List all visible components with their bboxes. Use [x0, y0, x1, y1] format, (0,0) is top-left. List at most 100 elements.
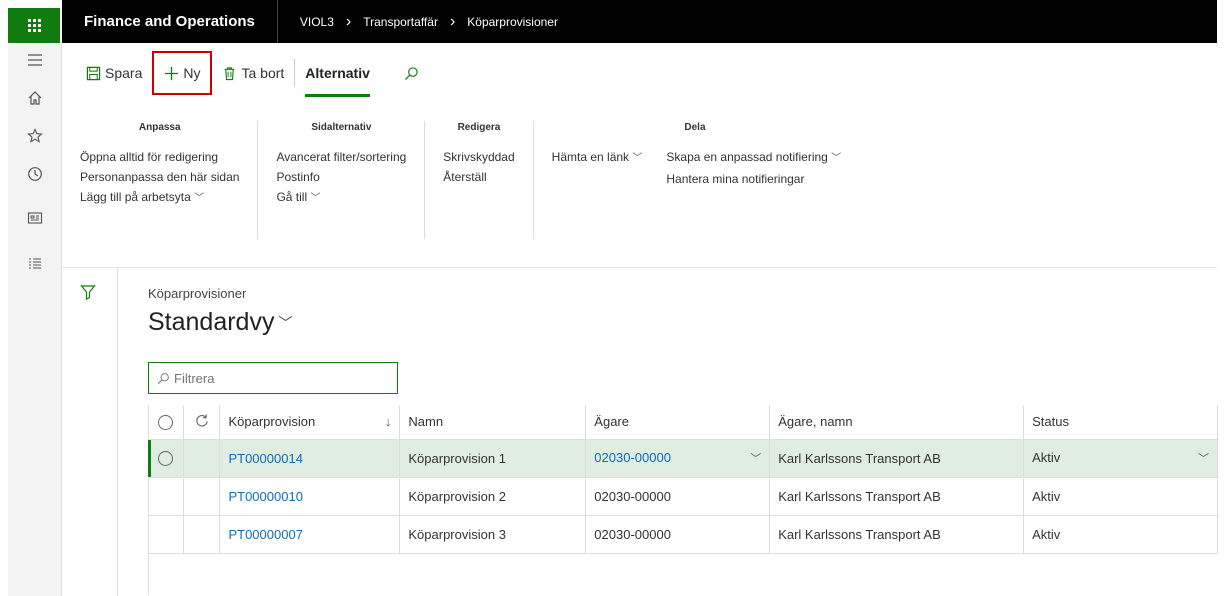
workspaces-icon[interactable] [8, 203, 62, 233]
get-link-label: Hämta en länk [551, 150, 630, 164]
table-row[interactable]: PT00000014 Köparprovision 1 02030-00000 ﹀… [148, 439, 1218, 478]
chevron-down-icon: ﹀ [310, 193, 321, 204]
content-area: Köparprovisioner Standardvy ﹀ Köparprovi… [62, 268, 1218, 596]
commission-id-link[interactable]: PT00000007 [219, 515, 401, 554]
page-title: Standardvy [148, 308, 275, 336]
breadcrumb-module[interactable]: Transportaffär [363, 15, 438, 29]
row-select-cell[interactable] [148, 477, 185, 516]
home-icon[interactable] [8, 83, 62, 113]
create-custom-alert-label: Skapa en anpassad notifiering [666, 150, 828, 164]
column-header-owner[interactable]: Ägare [585, 405, 771, 440]
go-to-item[interactable]: Gå till ﹀ [276, 187, 406, 209]
save-button[interactable]: Spara [80, 57, 148, 89]
plus-icon [165, 66, 179, 80]
ribbon-group-edit: Redigera Skrivskyddad Återställ [425, 121, 534, 239]
breadcrumb-page[interactable]: Köparprovisioner [467, 15, 558, 29]
commission-id-link[interactable]: PT00000010 [219, 477, 401, 516]
ribbon-group-title: Anpassa [138, 122, 181, 133]
hamburger-menu-icon[interactable] [8, 45, 62, 75]
chevron-down-icon: ﹀ [632, 153, 643, 164]
sort-descending-icon[interactable]: ↓ [385, 414, 392, 429]
always-open-for-edit-item[interactable]: Öppna alltid för redigering [80, 147, 239, 167]
row-spacer-cell [183, 439, 221, 478]
tab-options[interactable]: Alternativ [299, 57, 376, 97]
owner-name-cell[interactable]: Karl Karlssons Transport AB [769, 515, 1025, 554]
refresh-header[interactable] [183, 405, 221, 440]
owner-cell[interactable]: 02030-00000 ﹀ [585, 439, 771, 478]
row-spacer-cell [183, 515, 221, 554]
search-button[interactable] [398, 57, 425, 89]
waffle-icon [27, 19, 41, 32]
select-all-checkbox[interactable] [158, 414, 174, 430]
status-cell[interactable]: Aktiv ﹀ [1023, 439, 1218, 478]
chevron-down-icon: ﹀ [194, 193, 205, 204]
status-value: Aktiv [1032, 450, 1061, 465]
save-icon [86, 66, 101, 80]
delete-label: Ta bort [241, 65, 285, 81]
filter-funnel-icon[interactable] [80, 284, 96, 300]
row-spacer-cell [183, 477, 221, 516]
commission-id-link[interactable]: PT00000014 [219, 439, 401, 478]
action-pane: Spara Ny Ta bort Alternativ Anpassa Öppn… [62, 43, 1217, 268]
name-cell[interactable]: Köparprovision 3 [399, 515, 587, 554]
name-cell[interactable]: Köparprovision 1 [399, 439, 587, 478]
chevron-down-icon[interactable]: ﹀ [750, 450, 761, 466]
owner-cell[interactable]: 02030-00000 [585, 477, 771, 516]
view-selector[interactable]: Standardvy ﹀ [148, 308, 292, 337]
add-to-workspace-label: Lägg till på arbetsyta [80, 190, 191, 204]
data-grid: Köparprovision ↓ Namn Ägare Ägare, namn S… [148, 405, 1218, 554]
add-to-workspace-item[interactable]: Lägg till på arbetsyta ﹀ [80, 187, 239, 209]
owner-name-cell[interactable]: Karl Karlssons Transport AB [769, 439, 1025, 478]
refresh-icon[interactable] [194, 413, 209, 428]
select-all-header[interactable] [148, 405, 185, 440]
new-button[interactable]: Ny [152, 51, 213, 95]
record-info-item[interactable]: Postinfo [276, 167, 406, 187]
delete-button[interactable]: Ta bort [216, 57, 290, 89]
personalize-page-item[interactable]: Personanpassa den här sidan [80, 167, 239, 187]
app-title[interactable]: Finance and Operations [62, 0, 278, 43]
recent-clock-icon[interactable] [8, 159, 62, 189]
page-subtitle: Köparprovisioner [148, 286, 247, 301]
chevron-right-icon: › [449, 12, 456, 30]
read-only-item[interactable]: Skrivskyddad [443, 147, 514, 167]
column-header-commission[interactable]: Köparprovision ↓ [219, 405, 401, 440]
table-row[interactable]: PT00000010 Köparprovision 2 02030-00000 … [148, 477, 1218, 516]
owner-cell[interactable]: 02030-00000 [585, 515, 771, 554]
filter-input[interactable] [174, 370, 384, 386]
row-select-cell[interactable] [148, 515, 185, 554]
advanced-filter-item[interactable]: Avancerat filter/sortering [276, 147, 406, 167]
save-label: Spara [105, 65, 143, 81]
status-cell[interactable]: Aktiv [1023, 515, 1218, 554]
ribbon-group-title: Redigera [457, 122, 501, 133]
column-header-name[interactable]: Namn [399, 405, 587, 440]
name-cell[interactable]: Köparprovision 2 [399, 477, 587, 516]
owner-link[interactable]: 02030-00000 [594, 450, 671, 465]
chevron-down-icon[interactable]: ﹀ [1198, 450, 1209, 466]
row-select-cell[interactable] [148, 439, 185, 478]
toolbar: Spara Ny Ta bort Alternativ [62, 43, 425, 103]
filter-box[interactable] [148, 362, 398, 394]
manage-alerts-item[interactable]: Hantera mina notifieringar [666, 169, 841, 189]
create-custom-alert-item[interactable]: Skapa en anpassad notifiering ﹀ [666, 147, 841, 169]
filter-pane-rail [62, 268, 118, 596]
status-cell[interactable]: Aktiv [1023, 477, 1218, 516]
ribbon-group-customize: Anpassa Öppna alltid för redigering Pers… [62, 121, 259, 239]
favorites-star-icon[interactable] [8, 121, 62, 151]
modules-list-icon[interactable] [8, 249, 62, 279]
app-launcher-button[interactable] [8, 8, 60, 43]
go-to-label: Gå till [276, 190, 308, 204]
ribbon-group-page-options: Sidalternativ Avancerat filter/sortering… [258, 121, 426, 239]
column-header-status[interactable]: Status [1023, 405, 1218, 440]
breadcrumb-company[interactable]: VIOL3 [300, 15, 334, 29]
chevron-down-icon: ﹀ [278, 314, 293, 331]
column-header-owner-name[interactable]: Ägare, namn [769, 405, 1025, 440]
get-link-item[interactable]: Hämta en länk ﹀ [552, 147, 643, 169]
main-panel: Köparprovisioner Standardvy ﹀ Köparprovi… [118, 268, 1218, 596]
restore-item[interactable]: Återställ [443, 167, 514, 187]
ribbon-group-title [552, 121, 643, 147]
ribbon-group-title: Dela [684, 122, 706, 133]
table-row[interactable]: PT00000007 Köparprovision 3 02030-00000 … [148, 515, 1218, 554]
row-checkbox[interactable] [158, 451, 174, 467]
search-icon [157, 372, 169, 384]
owner-name-cell[interactable]: Karl Karlssons Transport AB [769, 477, 1025, 516]
